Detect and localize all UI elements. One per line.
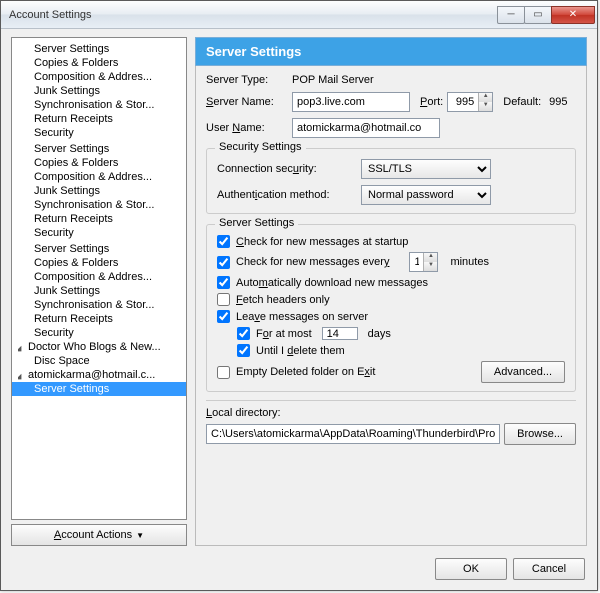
account-tree[interactable]: Server SettingsCopies & FoldersCompositi… [11, 37, 187, 520]
server-settings-panel: Server Type: POP Mail Server Server Name… [195, 66, 587, 546]
window-title: Account Settings [9, 9, 498, 21]
panel-header: Server Settings [195, 37, 587, 66]
spin-up-icon[interactable]: ▲ [478, 93, 492, 102]
tree-account[interactable] [18, 240, 186, 242]
account-actions-label: ccount Actions [61, 529, 132, 541]
titlebar[interactable]: Account Settings ─ ▭ ✕ [1, 1, 597, 29]
server-settings-legend: Server Settings [215, 217, 298, 229]
auto-download-checkbox[interactable]: Automatically download new messages [217, 276, 565, 289]
tree-item[interactable]: Disc Space [12, 354, 186, 368]
tree-account[interactable] [18, 40, 186, 42]
security-group: Security Settings Connection security: S… [206, 148, 576, 214]
spin-down-icon[interactable]: ▼ [478, 102, 492, 111]
advanced-button[interactable]: Advanced... [481, 361, 565, 383]
username-label: User Name: [206, 122, 288, 134]
tree-item[interactable]: Security [12, 326, 186, 340]
maximize-button[interactable]: ▭ [524, 6, 552, 24]
tree-item[interactable]: Junk Settings [12, 84, 186, 98]
tree-item[interactable]: Synchronisation & Stor... [12, 298, 186, 312]
leave-on-server-checkbox[interactable]: Leave messages on server [217, 310, 565, 323]
days-input[interactable] [322, 327, 358, 340]
port-spinner[interactable]: ▲▼ [447, 92, 493, 112]
tree-item[interactable]: Synchronisation & Stor... [12, 98, 186, 112]
local-directory-input[interactable] [206, 424, 500, 444]
chevron-down-icon: ▼ [136, 531, 144, 540]
server-type-value: POP Mail Server [292, 74, 374, 86]
tree-account[interactable]: Doctor Who Blogs & New... [18, 340, 186, 354]
tree-item[interactable]: Junk Settings [12, 184, 186, 198]
connection-security-select[interactable]: SSL/TLS [361, 159, 491, 179]
browse-button[interactable]: Browse... [504, 423, 576, 445]
minimize-button[interactable]: ─ [497, 6, 525, 24]
tree-item[interactable]: Synchronisation & Stor... [12, 198, 186, 212]
cancel-button[interactable]: Cancel [513, 558, 585, 580]
port-input[interactable] [448, 93, 478, 111]
tree-item[interactable]: Security [12, 126, 186, 140]
server-name-input[interactable] [292, 92, 410, 112]
tree-item[interactable]: Return Receipts [12, 212, 186, 226]
connection-security-label: Connection security: [217, 163, 357, 175]
dialog-buttons: OK Cancel [1, 552, 597, 590]
tree-account[interactable]: atomickarma@hotmail.c... [18, 368, 186, 382]
for-at-most-checkbox[interactable]: For at most days [237, 327, 565, 340]
close-button[interactable]: ✕ [551, 6, 595, 24]
tree-item[interactable]: Return Receipts [12, 312, 186, 326]
tree-item[interactable]: Copies & Folders [12, 156, 186, 170]
empty-on-exit-checkbox[interactable]: Empty Deleted folder on Exit [217, 366, 481, 379]
check-startup-checkbox[interactable]: Check for new messages at startup [217, 235, 565, 248]
tree-item[interactable]: Server Settings [12, 242, 186, 256]
ok-button[interactable]: OK [435, 558, 507, 580]
server-type-label: Server Type: [206, 74, 288, 86]
tree-account[interactable] [18, 140, 186, 142]
check-every-checkbox[interactable]: Check for new messages every ▲▼ minutes [217, 252, 565, 272]
server-name-label: Server Name: [206, 96, 288, 108]
default-port-value: 995 [549, 96, 567, 108]
auth-method-select[interactable]: Normal password [361, 185, 491, 205]
username-input[interactable] [292, 118, 440, 138]
account-settings-window: Account Settings ─ ▭ ✕ Server SettingsCo… [0, 0, 598, 591]
fetch-headers-checkbox[interactable]: Fetch headers only [217, 293, 565, 306]
port-label: Port: [420, 96, 443, 108]
tree-item[interactable]: Composition & Addres... [12, 170, 186, 184]
tree-item[interactable]: Copies & Folders [12, 256, 186, 270]
tree-item[interactable]: Security [12, 226, 186, 240]
check-interval-spinner[interactable]: ▲▼ [409, 252, 438, 272]
tree-item[interactable]: Composition & Addres... [12, 70, 186, 84]
tree-item[interactable]: Junk Settings [12, 284, 186, 298]
tree-item[interactable]: Return Receipts [12, 112, 186, 126]
tree-item[interactable]: Server Settings [12, 382, 186, 396]
sidebar: Server SettingsCopies & FoldersCompositi… [11, 37, 187, 546]
tree-item[interactable]: Server Settings [12, 142, 186, 156]
tree-item[interactable]: Composition & Addres... [12, 270, 186, 284]
security-legend: Security Settings [215, 141, 306, 153]
local-directory-label: Local directory: [206, 407, 576, 419]
default-port-label: Default: [503, 96, 541, 108]
auth-method-label: Authentication method: [217, 189, 357, 201]
until-delete-checkbox[interactable]: Until I delete them [237, 344, 565, 357]
server-settings-group: Server Settings Check for new messages a… [206, 224, 576, 392]
account-actions-button[interactable]: Account Actions ▼ [11, 524, 187, 546]
tree-item[interactable]: Copies & Folders [12, 56, 186, 70]
tree-item[interactable]: Server Settings [12, 42, 186, 56]
